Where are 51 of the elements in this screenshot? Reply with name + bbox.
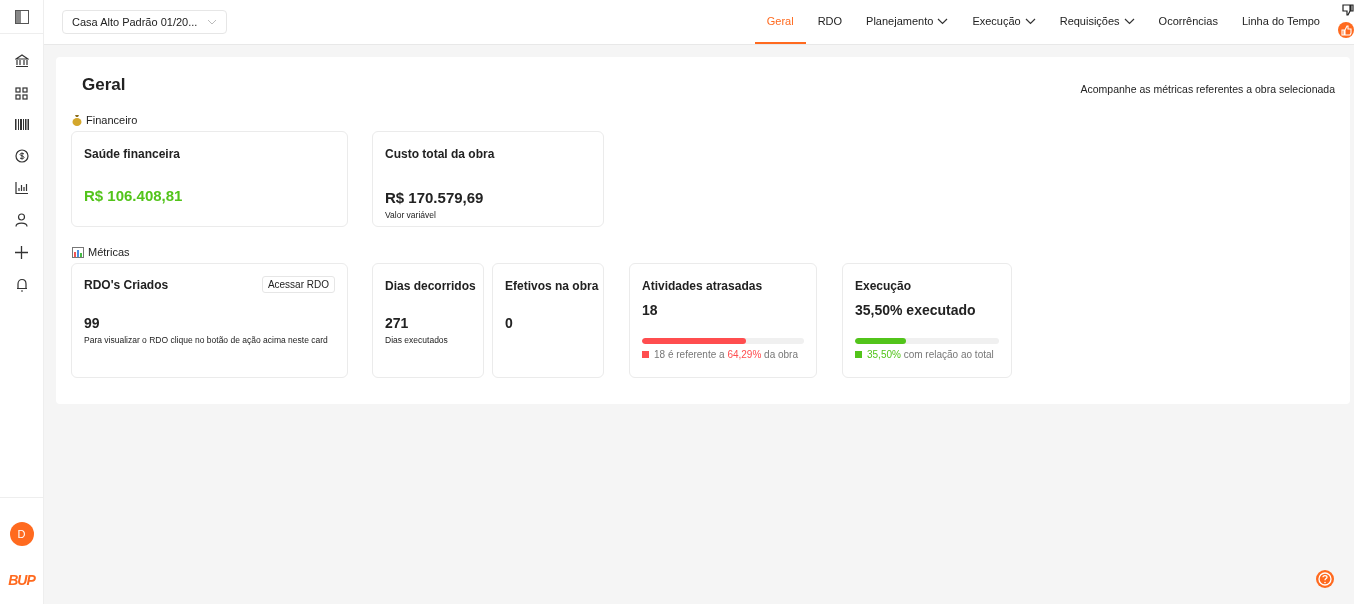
nav-tab[interactable]: RDO: [805, 0, 855, 44]
bar-chart-icon: [72, 246, 84, 258]
nav-tab[interactable]: Linha do Tempo: [1229, 0, 1332, 44]
money-bag-icon: [72, 114, 82, 126]
bar-chart-icon[interactable]: [15, 182, 28, 194]
card-value: 18: [642, 302, 659, 318]
plus-icon[interactable]: [15, 246, 28, 259]
caret-icon[interactable]: [1024, 17, 1036, 25]
nav-tab[interactable]: Requisições: [1047, 0, 1147, 44]
barcode-icon[interactable]: [14, 119, 29, 130]
legend-text: 35,50% com relação ao total: [867, 349, 994, 360]
thumbs-up-icon[interactable]: [1338, 22, 1354, 38]
help-icon[interactable]: [1316, 570, 1334, 588]
card-title: Execução: [855, 279, 913, 293]
bank-icon[interactable]: [14, 54, 29, 68]
brand-logo: BUP: [8, 572, 35, 588]
caret-icon[interactable]: [937, 17, 949, 25]
nav-tab[interactable]: Planejamento: [854, 0, 961, 44]
card-note: Valor variável: [385, 210, 437, 220]
access-rdo-button[interactable]: Acessar RDO: [261, 276, 335, 293]
card-value: 0: [505, 315, 514, 331]
card-value: 271: [385, 315, 410, 331]
section-label: Financeiro: [86, 114, 138, 126]
page-subtitle: Acompanhe as métricas referentes a obra selecionada: [1080, 83, 1335, 95]
card-value: 99: [84, 315, 101, 331]
card-title: Custo total da obra: [385, 147, 496, 161]
card-title: RDO's Criados: [84, 277, 169, 292]
thumbs-down-icon[interactable]: [1342, 4, 1354, 16]
grid-icon[interactable]: [15, 87, 28, 100]
legend-swatch: [855, 351, 862, 358]
card-value: R$ 170.579,69: [385, 189, 485, 206]
card-note: Dias executados: [385, 335, 449, 345]
dollar-coin-icon[interactable]: [14, 149, 29, 163]
legend-swatch: [642, 351, 649, 358]
card-title: Saúde financeira: [84, 147, 182, 161]
section-label: Métricas: [88, 246, 130, 258]
card-title: Dias decorridos: [385, 279, 477, 293]
card-note: Para visualizar o RDO clique no botão de ação acima neste card: [84, 335, 329, 345]
bell-icon[interactable]: [15, 278, 28, 292]
page-title: Geral: [82, 75, 126, 95]
card-value: R$ 106.408,81: [84, 187, 184, 204]
sidebar-toggle-icon[interactable]: [14, 9, 29, 24]
card-title: Efetivos na obra: [505, 279, 597, 293]
legend-text: 18 é referente a 64,29% da obra: [654, 349, 798, 360]
card-value: 35,50% executado: [855, 302, 977, 318]
caret-icon[interactable]: [1123, 17, 1135, 25]
card-title: Atividades atrasadas: [642, 279, 764, 293]
nav-tab[interactable]: Ocorrências: [1146, 0, 1230, 44]
user-icon[interactable]: [15, 213, 28, 227]
project-select[interactable]: Casa Alto Padrão 01/20...: [62, 10, 228, 34]
nav-tab[interactable]: Execução: [960, 0, 1048, 44]
